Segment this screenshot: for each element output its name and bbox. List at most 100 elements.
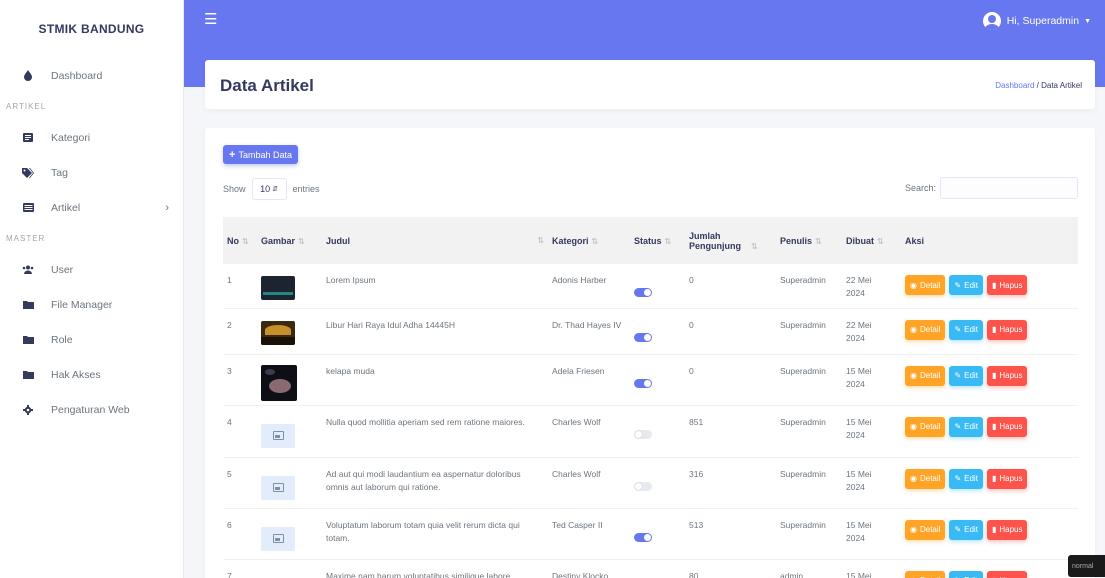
edit-button[interactable]: ✎Edit bbox=[949, 275, 983, 295]
sort-icon: ⇅ bbox=[751, 241, 758, 251]
detail-button[interactable]: ◉Detail bbox=[905, 275, 946, 295]
cell-gambar bbox=[257, 405, 322, 457]
cell-dibuat: 22 Mei 2024 bbox=[846, 319, 872, 343]
edit-button[interactable]: ✎Edit bbox=[949, 570, 983, 578]
hamburger-icon[interactable]: ☰ bbox=[204, 10, 217, 28]
cell-penulis: Superadmin bbox=[780, 416, 826, 427]
column-header-judul[interactable]: Judul ⇅ bbox=[322, 217, 548, 264]
article-thumbnail[interactable] bbox=[261, 364, 297, 401]
user-menu[interactable]: Hi, Superadmin ▼ bbox=[982, 12, 1091, 30]
cell-kategori: Adonis Harber bbox=[552, 275, 607, 285]
status-toggle[interactable] bbox=[634, 332, 652, 342]
edit-button[interactable]: ✎Edit bbox=[949, 468, 983, 489]
status-toggle[interactable] bbox=[634, 481, 652, 491]
folder-list-icon bbox=[22, 132, 34, 144]
delete-button[interactable]: ▮Hapus bbox=[986, 275, 1028, 295]
add-data-button[interactable]: + Tambah Data bbox=[223, 145, 298, 164]
delete-button[interactable]: ▮Hapus bbox=[986, 468, 1028, 489]
plus-icon: + bbox=[229, 148, 236, 161]
sidebar-item-file-manager[interactable]: File Manager bbox=[0, 287, 183, 322]
cell-status bbox=[630, 405, 685, 457]
cell-jumlah-pengunjung: 0 bbox=[689, 365, 694, 376]
status-toggle[interactable] bbox=[634, 378, 652, 388]
sidebar-item-user[interactable]: User bbox=[0, 252, 183, 287]
sidebar-item-artikel[interactable]: Artikel › bbox=[0, 190, 183, 225]
delete-button[interactable]: ▮Hapus bbox=[986, 416, 1028, 437]
breadcrumb-current: Data Artikel bbox=[1041, 81, 1082, 90]
table-row: 4 Nulla quod mollitia aperiam sed rem rat… bbox=[223, 405, 1078, 457]
page-title: Data Artikel bbox=[220, 76, 314, 95]
column-header-status[interactable]: Status ⇅ bbox=[630, 217, 685, 264]
detail-button[interactable]: ◉Detail bbox=[905, 416, 946, 437]
cell-judul: Nulla quod mollitia aperiam sed rem rati… bbox=[326, 416, 525, 427]
pencil-icon: ✎ bbox=[954, 371, 962, 380]
article-table: No ⇅ Gambar ⇅ Judul ⇅ Kategori ⇅ Status ⇅ Jum… bbox=[223, 217, 1078, 578]
column-header-penulis[interactable]: Penulis ⇅ bbox=[776, 217, 842, 264]
cell-judul: Ad aut qui modi laudantium ea aspernatur… bbox=[326, 468, 521, 492]
article-thumbnail[interactable] bbox=[261, 526, 295, 551]
article-thumbnail[interactable] bbox=[261, 475, 295, 500]
sidebar-item-dashboard[interactable]: Dashboard bbox=[0, 58, 183, 93]
sidebar-item-hak-akses[interactable]: Hak Akses bbox=[0, 357, 183, 392]
cell-status bbox=[630, 559, 685, 578]
cell-aksi: ◉Detail✎Edit▮Hapus bbox=[901, 308, 1078, 354]
status-toggle[interactable] bbox=[634, 429, 652, 439]
detail-button[interactable]: ◉Detail bbox=[905, 365, 946, 386]
status-toggle[interactable] bbox=[634, 532, 652, 542]
cell-gambar bbox=[257, 457, 322, 508]
sidebar-item-pengaturan-web[interactable]: Pengaturan Web bbox=[0, 392, 183, 427]
sidebar-item-kategori[interactable]: Kategori bbox=[0, 120, 183, 155]
sort-icon: ⇅ bbox=[664, 236, 672, 246]
column-header-kategori[interactable]: Kategori ⇅ bbox=[548, 217, 630, 264]
sidebar-item-label: Kategori bbox=[51, 131, 91, 144]
pencil-icon: ✎ bbox=[954, 574, 961, 578]
table-row: 6 Voluptatum laborum totam quia velit rer… bbox=[223, 508, 1078, 559]
folder-icon bbox=[22, 299, 34, 311]
cell-no: 1 bbox=[227, 275, 232, 285]
edit-button[interactable]: ✎Edit bbox=[949, 365, 983, 386]
cell-status bbox=[630, 354, 685, 405]
article-thumbnail[interactable] bbox=[261, 320, 295, 345]
eye-icon: ◉ bbox=[910, 280, 917, 290]
delete-button[interactable]: ▮Hapus bbox=[986, 365, 1028, 386]
column-header-gambar[interactable]: Gambar ⇅ bbox=[257, 217, 322, 264]
sidebar-item-role[interactable]: Role bbox=[0, 322, 183, 357]
detail-button[interactable]: ◉Detail bbox=[905, 468, 946, 489]
table-row: 5 Ad aut qui modi laudantium ea aspernatu… bbox=[223, 457, 1078, 508]
cell-no: 5 bbox=[227, 468, 232, 479]
delete-button[interactable]: ▮Hapus bbox=[986, 519, 1028, 540]
column-header-no[interactable]: No ⇅ bbox=[223, 217, 257, 264]
cell-kategori: Adela Friesen bbox=[552, 365, 605, 376]
edit-button[interactable]: ✎Edit bbox=[949, 519, 983, 540]
trash-icon: ▮ bbox=[992, 574, 996, 578]
search-input[interactable] bbox=[940, 177, 1078, 199]
sidebar-item-tag[interactable]: Tag bbox=[0, 155, 183, 190]
trash-icon: ▮ bbox=[991, 422, 997, 431]
eye-icon: ◉ bbox=[910, 474, 917, 483]
breadcrumb-home-link[interactable]: Dashboard bbox=[995, 81, 1034, 90]
edit-button[interactable]: ✎Edit bbox=[949, 416, 983, 437]
detail-button[interactable]: ◉Detail bbox=[905, 519, 946, 540]
status-toggle[interactable] bbox=[634, 288, 652, 297]
column-header-jumlah-pengunjung[interactable]: Jumlah Pengunjung ⇅ bbox=[685, 217, 776, 264]
edit-button[interactable]: ✎Edit bbox=[949, 319, 983, 340]
column-header-dibuat[interactable]: Dibuat ⇅ bbox=[842, 217, 901, 264]
detail-button[interactable]: ◉Detail bbox=[905, 570, 946, 578]
delete-button[interactable]: ▮Hapus bbox=[986, 570, 1028, 578]
cell-gambar bbox=[257, 354, 322, 405]
article-thumbnail[interactable] bbox=[261, 423, 295, 448]
cell-jumlah-pengunjung: 316 bbox=[689, 468, 704, 479]
detail-button[interactable]: ◉Detail bbox=[905, 319, 946, 340]
cell-status bbox=[630, 264, 685, 308]
brand-title[interactable]: STMIK BANDUNG bbox=[0, 0, 183, 58]
cell-dibuat: 15 Mei 2024 bbox=[846, 416, 872, 440]
folder-icon bbox=[22, 369, 34, 381]
cell-status bbox=[630, 508, 685, 559]
delete-button[interactable]: ▮Hapus bbox=[986, 319, 1028, 340]
trash-icon: ▮ bbox=[991, 474, 997, 483]
select-arrows-icon: ⇵ bbox=[272, 186, 278, 193]
entries-select[interactable]: 10 ⇵ bbox=[251, 178, 287, 200]
cell-status bbox=[630, 308, 685, 354]
article-thumbnail[interactable] bbox=[261, 276, 295, 300]
sidebar-item-label: Hak Akses bbox=[51, 368, 101, 381]
